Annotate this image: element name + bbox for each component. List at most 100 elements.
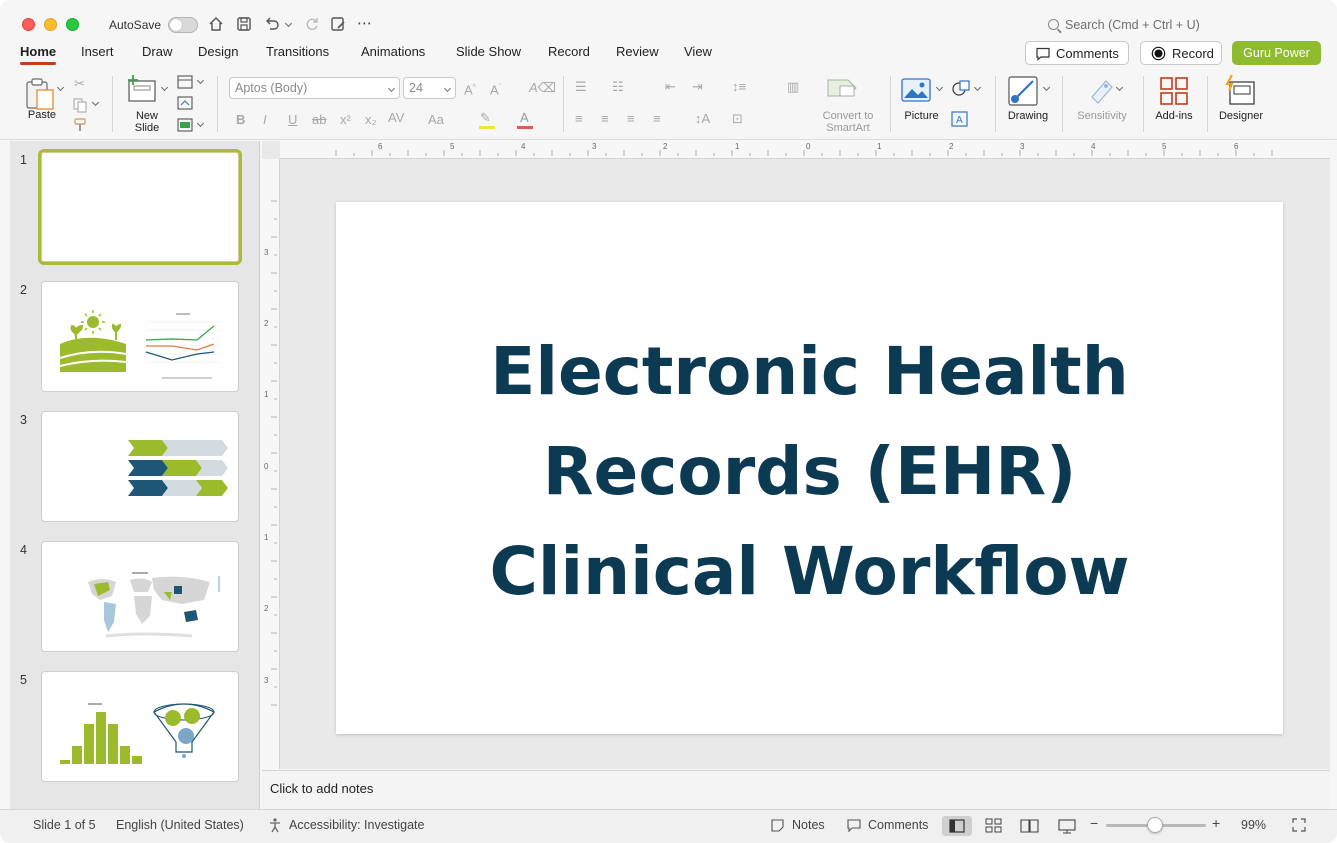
align-text-icon[interactable]: ⊡ [732, 111, 743, 127]
slide-sorter-button[interactable] [979, 816, 1009, 836]
decrease-font-size-icon[interactable]: Aˇ [490, 80, 501, 98]
italic-icon[interactable]: I [263, 112, 267, 128]
slide-editor[interactable]: 6 5 4 3 2 1 0 1 2 3 4 5 6 3 2 1 0 1 2 3 Electronic Health … [262, 141, 1330, 769]
layout-dropdown-chevron-icon[interactable] [196, 76, 205, 85]
picture-dropdown-chevron-icon[interactable] [935, 83, 944, 92]
sensitivity-icon[interactable] [1086, 75, 1116, 105]
font-color-icon[interactable]: A [520, 110, 529, 126]
shapes-dropdown-chevron-icon[interactable] [973, 83, 982, 92]
tab-transitions[interactable]: Transitions [266, 44, 329, 59]
section-dropdown-chevron-icon[interactable] [196, 119, 205, 128]
designer-icon[interactable] [1224, 74, 1258, 106]
character-spacing-icon[interactable]: AV [388, 110, 404, 126]
section-icon[interactable] [177, 118, 193, 132]
copy-dropdown-chevron-icon[interactable] [91, 98, 100, 107]
slide-thumbnail-2[interactable] [41, 281, 239, 392]
align-center-icon[interactable]: ≡ [601, 111, 609, 127]
tab-slide-show[interactable]: Slide Show [456, 44, 521, 59]
justify-icon[interactable]: ≡ [653, 111, 661, 127]
slide-title[interactable]: Electronic Health Records (EHR) Clinical… [336, 322, 1283, 622]
search-box[interactable]: Search (Cmd + Ctrl + U) [1048, 18, 1200, 32]
home-icon[interactable] [206, 14, 226, 34]
paste-icon[interactable] [23, 76, 59, 112]
notes-pane[interactable]: Click to add notes [262, 770, 1330, 809]
slide-thumbnail-5[interactable] [41, 671, 239, 782]
tab-insert[interactable]: Insert [81, 44, 114, 59]
shapes-icon[interactable] [951, 79, 971, 97]
text-box-icon[interactable]: A [951, 111, 968, 127]
save-icon[interactable] [234, 14, 254, 34]
add-ins-icon[interactable] [1159, 76, 1189, 106]
tab-view[interactable]: View [684, 44, 712, 59]
horizontal-ruler[interactable]: 6 5 4 3 2 1 0 1 2 3 4 5 6 [280, 141, 1330, 159]
minimize-window-button[interactable] [44, 18, 57, 31]
undo-icon[interactable] [262, 14, 282, 34]
increase-font-size-icon[interactable]: A^ [464, 80, 476, 98]
notes-icon[interactable] [770, 818, 786, 833]
notes-toggle-label[interactable]: Notes [792, 818, 825, 832]
font-name-dropdown[interactable]: Aptos (Body) [229, 77, 400, 99]
tab-home[interactable]: Home [20, 44, 57, 65]
drawing-icon[interactable] [1007, 75, 1041, 107]
comments-button[interactable]: Comments [1025, 41, 1129, 65]
slide-thumbnail-3[interactable] [41, 411, 239, 522]
numbering-icon[interactable]: ☷ [612, 79, 624, 95]
guru-power-button[interactable]: Guru Power [1232, 41, 1321, 65]
tab-review[interactable]: Review [616, 44, 659, 59]
text-direction-icon[interactable]: ↕A [695, 111, 710, 127]
line-spacing-icon[interactable]: ↕≡ [732, 79, 746, 95]
bullets-icon[interactable]: ☰ [575, 79, 587, 95]
zoom-level[interactable]: 99% [1241, 818, 1266, 832]
picture-icon[interactable] [901, 78, 931, 102]
tab-animations[interactable]: Animations [361, 44, 425, 59]
increase-indent-icon[interactable]: ⇥ [692, 79, 703, 95]
autosave-toggle[interactable] [168, 17, 198, 33]
drawing-dropdown-chevron-icon[interactable] [1042, 83, 1051, 92]
copy-icon[interactable] [72, 97, 88, 113]
close-window-button[interactable] [22, 18, 35, 31]
more-options-icon[interactable]: ⋯ [357, 14, 372, 32]
cut-icon[interactable]: ✂ [74, 76, 85, 92]
undo-dropdown-chevron-icon[interactable] [284, 19, 293, 28]
redo-icon[interactable] [302, 14, 322, 34]
zoom-out-icon[interactable]: − [1090, 815, 1098, 831]
vertical-ruler[interactable]: 3 2 1 0 1 2 3 [262, 159, 280, 769]
align-left-icon[interactable]: ≡ [575, 111, 583, 127]
tab-draw[interactable]: Draw [142, 44, 172, 59]
record-button[interactable]: Record [1140, 41, 1222, 65]
slide-show-button[interactable] [1052, 816, 1082, 836]
zoom-slider-handle[interactable] [1147, 817, 1163, 833]
change-case-icon[interactable]: Aa [428, 112, 444, 128]
customize-toolbar-icon[interactable] [328, 14, 348, 34]
tab-record[interactable]: Record [548, 44, 590, 59]
sensitivity-dropdown-chevron-icon[interactable] [1115, 83, 1124, 92]
comments-status-icon[interactable] [846, 818, 862, 833]
new-slide-dropdown-chevron-icon[interactable] [160, 83, 169, 92]
new-slide-icon[interactable] [125, 74, 159, 104]
zoom-window-button[interactable] [66, 18, 79, 31]
columns-icon[interactable]: ▥ [787, 79, 799, 95]
slide-thumbnail-1[interactable] [38, 149, 242, 265]
align-right-icon[interactable]: ≡ [627, 111, 635, 127]
accessibility-icon[interactable] [267, 817, 283, 833]
reading-view-button[interactable] [1015, 816, 1045, 836]
superscript-icon[interactable]: x² [340, 112, 351, 128]
accessibility-status[interactable]: Accessibility: Investigate [289, 818, 424, 832]
zoom-in-icon[interactable]: + [1212, 815, 1220, 831]
bold-icon[interactable]: B [236, 112, 245, 128]
slide-thumbnail-4[interactable] [41, 541, 239, 652]
clear-formatting-icon[interactable]: A⌫ [529, 80, 556, 96]
comments-toggle-label[interactable]: Comments [868, 818, 928, 832]
strikethrough-icon[interactable]: ab [312, 112, 326, 128]
current-slide[interactable]: Electronic Health Records (EHR) Clinical… [336, 202, 1283, 734]
layout-icon[interactable] [177, 75, 193, 89]
font-size-dropdown[interactable]: 24 [403, 77, 456, 99]
subscript-icon[interactable]: x₂ [365, 112, 377, 128]
tab-design[interactable]: Design [198, 44, 238, 59]
highlight-icon[interactable]: ✎ [480, 110, 491, 126]
normal-view-button[interactable] [942, 816, 972, 836]
language-indicator[interactable]: English (United States) [116, 818, 244, 832]
slide-thumbnails-pane[interactable]: 1 2 3 4 5 [10, 141, 260, 809]
underline-icon[interactable]: U [288, 112, 297, 128]
format-painter-icon[interactable] [72, 117, 88, 133]
